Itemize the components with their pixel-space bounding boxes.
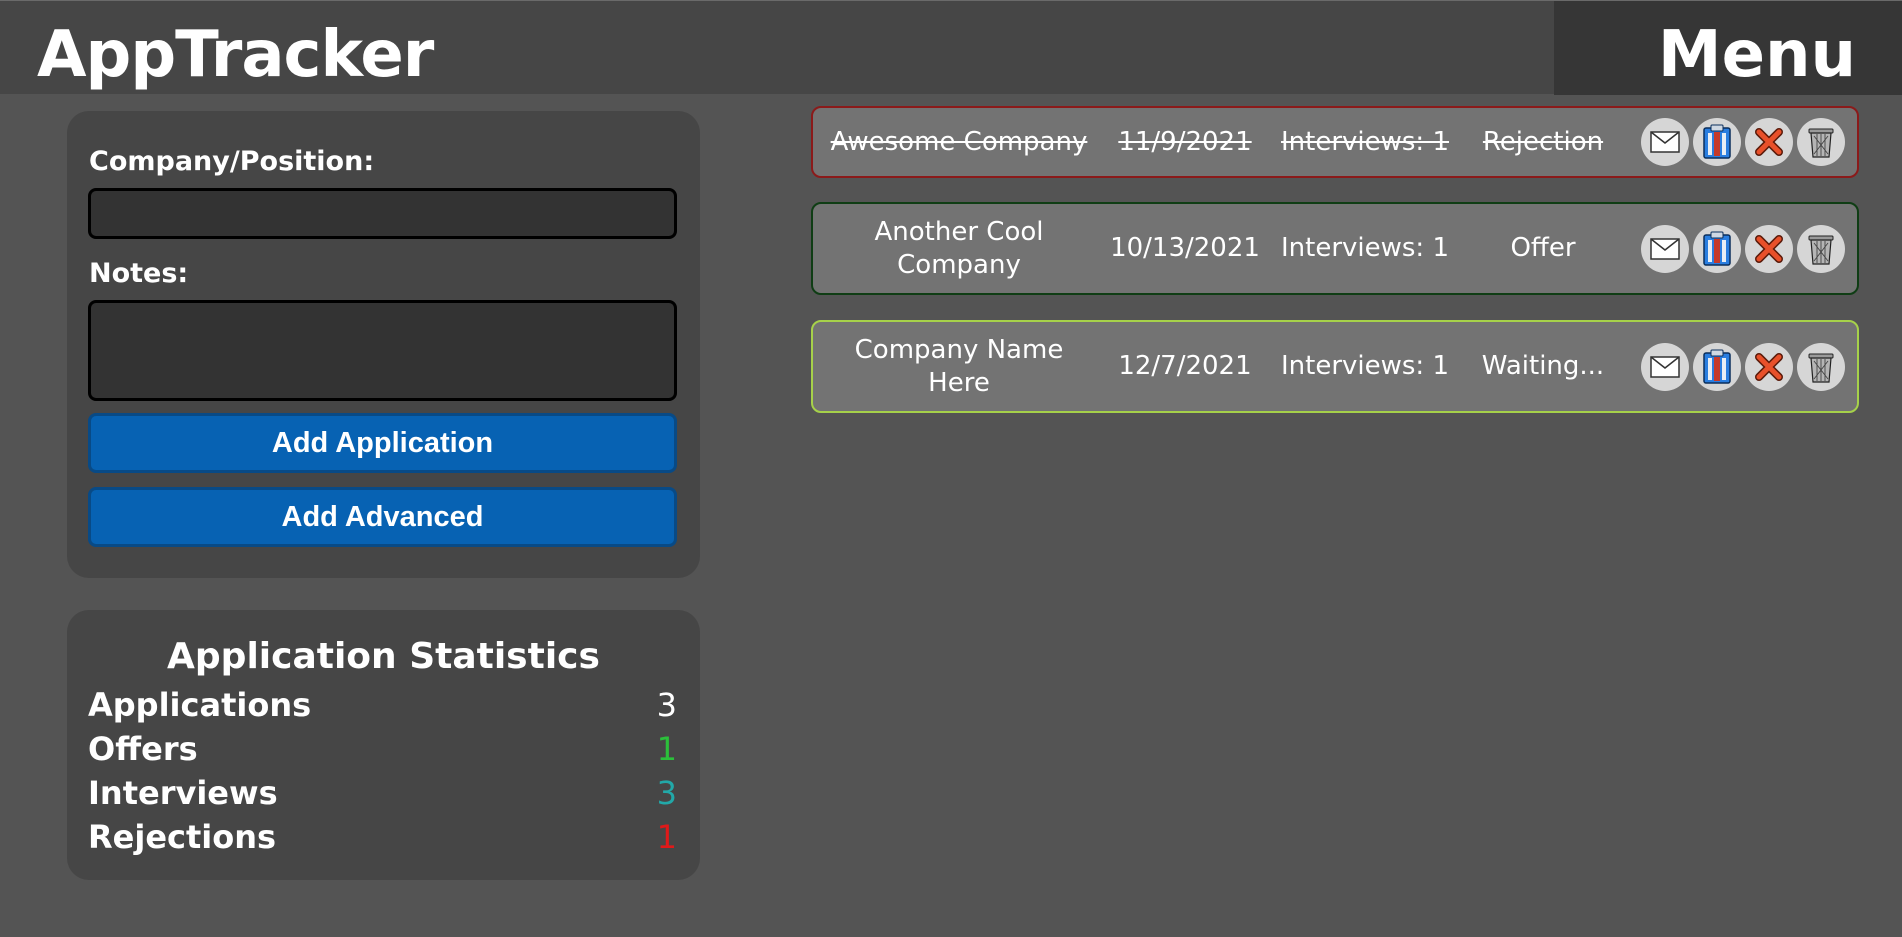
- app-title: AppTracker: [37, 18, 434, 92]
- stat-interviews: Interviews 3: [88, 771, 677, 815]
- menu-button[interactable]: Menu: [1554, 1, 1902, 95]
- card-company: Another Cool Company: [874, 216, 1044, 280]
- application-card[interactable]: Company Name Here 12/7/2021 Interviews: …: [811, 320, 1859, 413]
- statistics-title: Application Statistics: [167, 636, 600, 677]
- top-bar: AppTracker Menu: [0, 0, 1902, 95]
- trash-icon: [1808, 126, 1834, 158]
- x-icon: [1755, 128, 1783, 156]
- card-company: Awesome Company: [830, 126, 1088, 157]
- reject-button[interactable]: [1745, 342, 1793, 391]
- interview-button[interactable]: [1693, 342, 1741, 391]
- stat-rejections: Rejections 1: [88, 815, 677, 859]
- mail-icon: [1650, 355, 1680, 378]
- application-statistics-panel: Application Statistics Applications 3 Of…: [67, 610, 700, 880]
- stat-label: Rejections: [88, 818, 277, 856]
- delete-button[interactable]: [1797, 224, 1845, 273]
- card-company: Company Name Here: [854, 334, 1064, 398]
- reject-button[interactable]: [1745, 224, 1793, 273]
- application-card[interactable]: Another Cool Company 10/13/2021 Intervie…: [811, 202, 1859, 295]
- stat-applications: Applications 3: [88, 683, 677, 727]
- stat-value: 3: [656, 686, 677, 724]
- clipboard-icon: [1702, 124, 1732, 160]
- card-interviews: Interviews: 1: [1280, 351, 1449, 381]
- reject-button[interactable]: [1745, 118, 1793, 166]
- card-status: Offer: [1510, 233, 1576, 263]
- stat-value: 1: [656, 730, 677, 768]
- trash-icon: [1808, 351, 1834, 383]
- card-interviews: Interviews: 1: [1280, 233, 1449, 263]
- card-status: Rejection: [1482, 126, 1604, 157]
- email-button[interactable]: [1641, 224, 1689, 273]
- card-date: 10/13/2021: [1110, 233, 1260, 263]
- stat-value: 1: [656, 818, 677, 856]
- card-actions: [1641, 108, 1845, 176]
- card-actions: [1641, 204, 1845, 293]
- interview-button[interactable]: [1693, 224, 1741, 273]
- mail-icon: [1650, 131, 1680, 153]
- x-icon: [1755, 352, 1783, 381]
- notes-label: Notes:: [89, 258, 189, 289]
- trash-icon: [1808, 233, 1834, 265]
- stat-value: 3: [656, 774, 677, 812]
- stat-label: Offers: [88, 730, 198, 768]
- clipboard-icon: [1702, 231, 1732, 267]
- card-date: 12/7/2021: [1118, 351, 1252, 381]
- add-application-button[interactable]: Add Application: [88, 413, 677, 473]
- menu-label: Menu: [1657, 18, 1857, 92]
- stat-label: Interviews: [88, 774, 278, 812]
- email-button[interactable]: [1641, 118, 1689, 166]
- clipboard-icon: [1702, 349, 1732, 385]
- email-button[interactable]: [1641, 342, 1689, 391]
- company-position-input[interactable]: [88, 188, 677, 239]
- notes-textarea[interactable]: [88, 300, 677, 401]
- mail-icon: [1650, 237, 1680, 260]
- delete-button[interactable]: [1797, 342, 1845, 391]
- card-date: 11/9/2021: [1118, 126, 1252, 157]
- stat-offers: Offers 1: [88, 727, 677, 771]
- add-application-panel: Company/Position: Notes: Add Application…: [67, 111, 700, 578]
- company-position-label: Company/Position:: [89, 146, 375, 177]
- application-card[interactable]: Awesome Company 11/9/2021 Interviews: 1 …: [811, 106, 1859, 178]
- stat-label: Applications: [88, 686, 312, 724]
- add-advanced-button[interactable]: Add Advanced: [88, 487, 677, 547]
- x-icon: [1755, 234, 1783, 263]
- card-status: Waiting...: [1481, 351, 1605, 381]
- interview-button[interactable]: [1693, 118, 1741, 166]
- card-actions: [1641, 322, 1845, 411]
- delete-button[interactable]: [1797, 118, 1845, 166]
- card-interviews: Interviews: 1: [1280, 126, 1449, 157]
